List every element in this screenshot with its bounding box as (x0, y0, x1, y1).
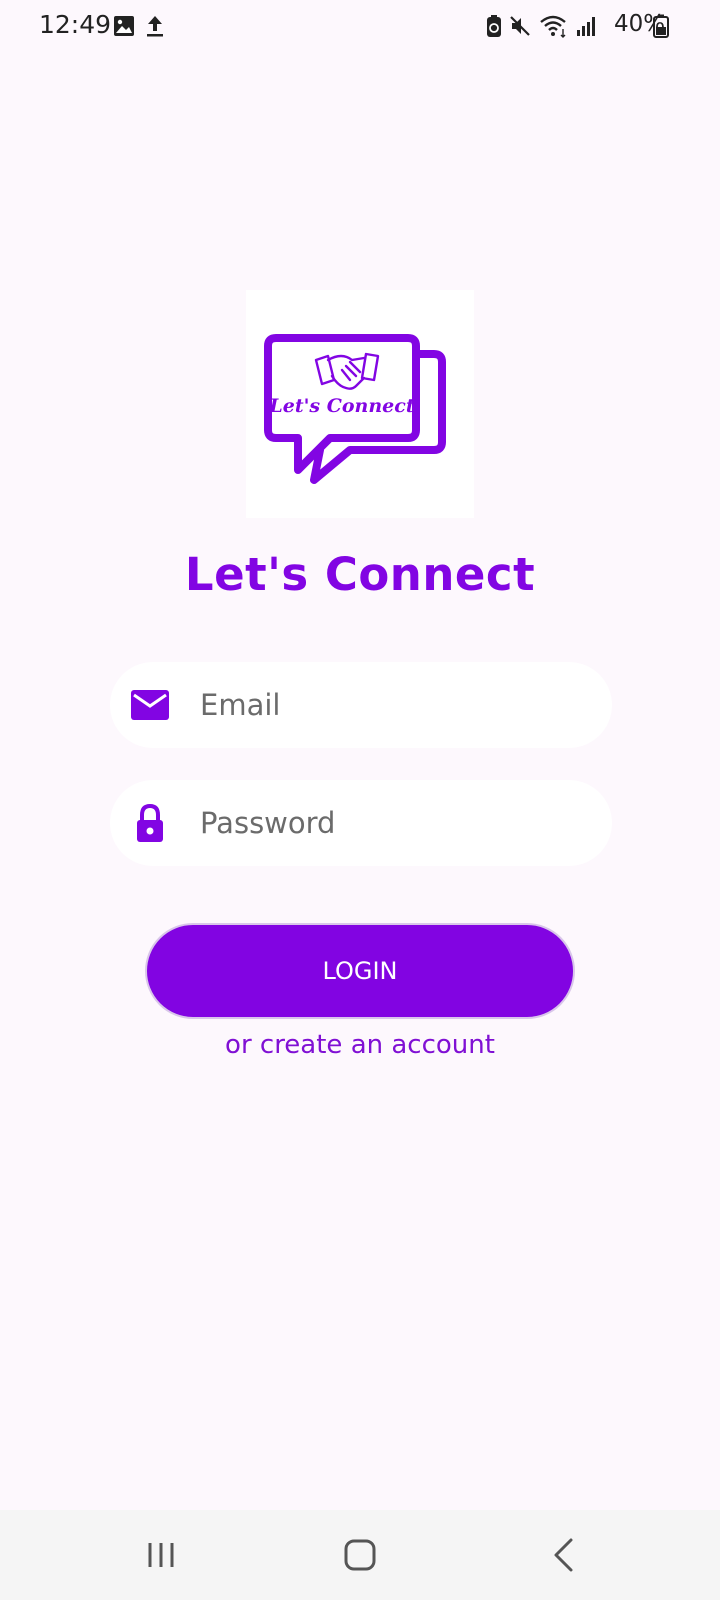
password-field[interactable] (110, 780, 612, 866)
app-logo: Let's Connect (246, 290, 474, 518)
logo-text: Let's Connect (268, 395, 414, 417)
status-time: 12:49 (39, 10, 112, 39)
email-input[interactable] (200, 662, 590, 748)
recent-apps-icon[interactable] (138, 1532, 184, 1578)
lock-icon (130, 803, 170, 843)
email-field[interactable] (110, 662, 612, 748)
image-icon (112, 13, 136, 39)
battery-icon (652, 13, 670, 39)
password-input[interactable] (200, 780, 590, 866)
create-account-link[interactable]: or create an account (0, 1030, 720, 1060)
status-bar: 12:49 40% (0, 0, 720, 54)
back-icon[interactable] (542, 1532, 588, 1578)
navigation-bar (0, 1510, 720, 1600)
login-button[interactable]: LOGIN (145, 923, 575, 1019)
upload-icon (143, 13, 167, 39)
wifi-icon (539, 13, 569, 39)
signal-icon (574, 13, 598, 39)
home-icon[interactable] (337, 1532, 383, 1578)
handshake-chat-logo: Let's Connect (264, 334, 446, 484)
battery-saver-icon (482, 13, 506, 39)
mute-icon (508, 13, 532, 39)
mail-icon (130, 685, 170, 725)
app-title: Let's Connect (184, 548, 536, 601)
